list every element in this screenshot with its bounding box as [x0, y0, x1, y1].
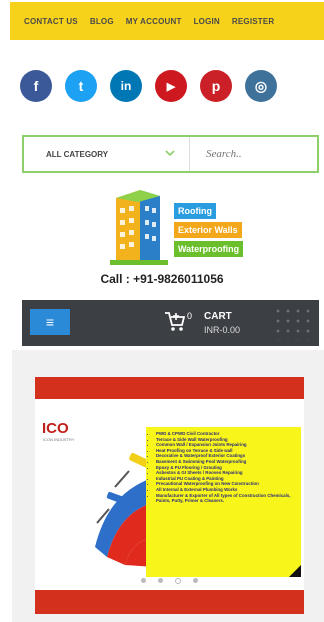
slide-bottom-band: [35, 590, 304, 614]
badge-exterior-walls: Exterior Walls: [174, 222, 242, 238]
cart-bar: ≡ 0 CART INR-0.00: [22, 300, 319, 346]
category-label: ALL CATEGORY: [46, 149, 109, 159]
cart-count: 0: [187, 311, 193, 321]
search-bar: ALL CATEGORY: [22, 135, 319, 173]
building-icon: [110, 190, 168, 265]
chevron-down-icon: [165, 150, 175, 157]
slide-top-band: [35, 377, 304, 399]
cart-icon[interactable]: [164, 310, 186, 332]
badge-waterproofing: Waterproofing: [174, 241, 244, 257]
slider-pagination: [35, 578, 304, 584]
badge-roofing: Roofing: [174, 203, 216, 219]
phone-number: Call : +91-9826011056: [100, 272, 224, 286]
search-input[interactable]: [204, 147, 308, 161]
top-navigation: CONTACT US BLOG MY ACCOUNT LOGIN REGISTE…: [10, 2, 324, 40]
category-select[interactable]: ALL CATEGORY: [24, 137, 190, 171]
slider-dot-active[interactable]: [175, 578, 181, 584]
panel-corner: [289, 565, 301, 577]
brand-logo: ICO: [42, 420, 69, 437]
site-logo[interactable]: Roofing Exterior Walls Waterproofing: [110, 186, 260, 266]
banner-slide[interactable]: ICO ICON INDUSTRY PWD & CPWD Civil Contr…: [35, 377, 304, 614]
linkedin-icon[interactable]: in: [110, 70, 142, 102]
paint-roller-illustration: [95, 452, 155, 567]
decorative-dots: [273, 306, 313, 340]
pinterest-icon[interactable]: p: [200, 70, 232, 102]
brand-subtitle: ICON INDUSTRY: [43, 437, 75, 442]
slider-dot[interactable]: [193, 578, 198, 583]
nav-contact-us[interactable]: CONTACT US: [24, 17, 78, 26]
nav-register[interactable]: REGISTER: [232, 17, 275, 26]
twitter-icon[interactable]: t: [65, 70, 97, 102]
nav-my-account[interactable]: MY ACCOUNT: [126, 17, 182, 26]
nav-blog[interactable]: BLOG: [90, 17, 114, 26]
social-links: f t in ▶ p ◎: [20, 70, 290, 102]
cart-total: INR-0.00: [204, 325, 241, 335]
services-panel: PWD & CPWD Civil Contractor Terrace & Si…: [146, 427, 301, 577]
facebook-icon[interactable]: f: [20, 70, 52, 102]
slider-dot[interactable]: [158, 578, 163, 583]
menu-button[interactable]: ≡: [30, 309, 70, 335]
nav-login[interactable]: LOGIN: [194, 17, 220, 26]
youtube-icon[interactable]: ▶: [155, 70, 187, 102]
services-list: PWD & CPWD Civil Contractor Terrace & Si…: [146, 427, 301, 504]
cart-label[interactable]: CART: [204, 311, 232, 322]
instagram-icon[interactable]: ◎: [245, 70, 277, 102]
service-item: Manufacturer & Exporter of All types of …: [156, 493, 298, 504]
slider-dot[interactable]: [141, 578, 146, 583]
